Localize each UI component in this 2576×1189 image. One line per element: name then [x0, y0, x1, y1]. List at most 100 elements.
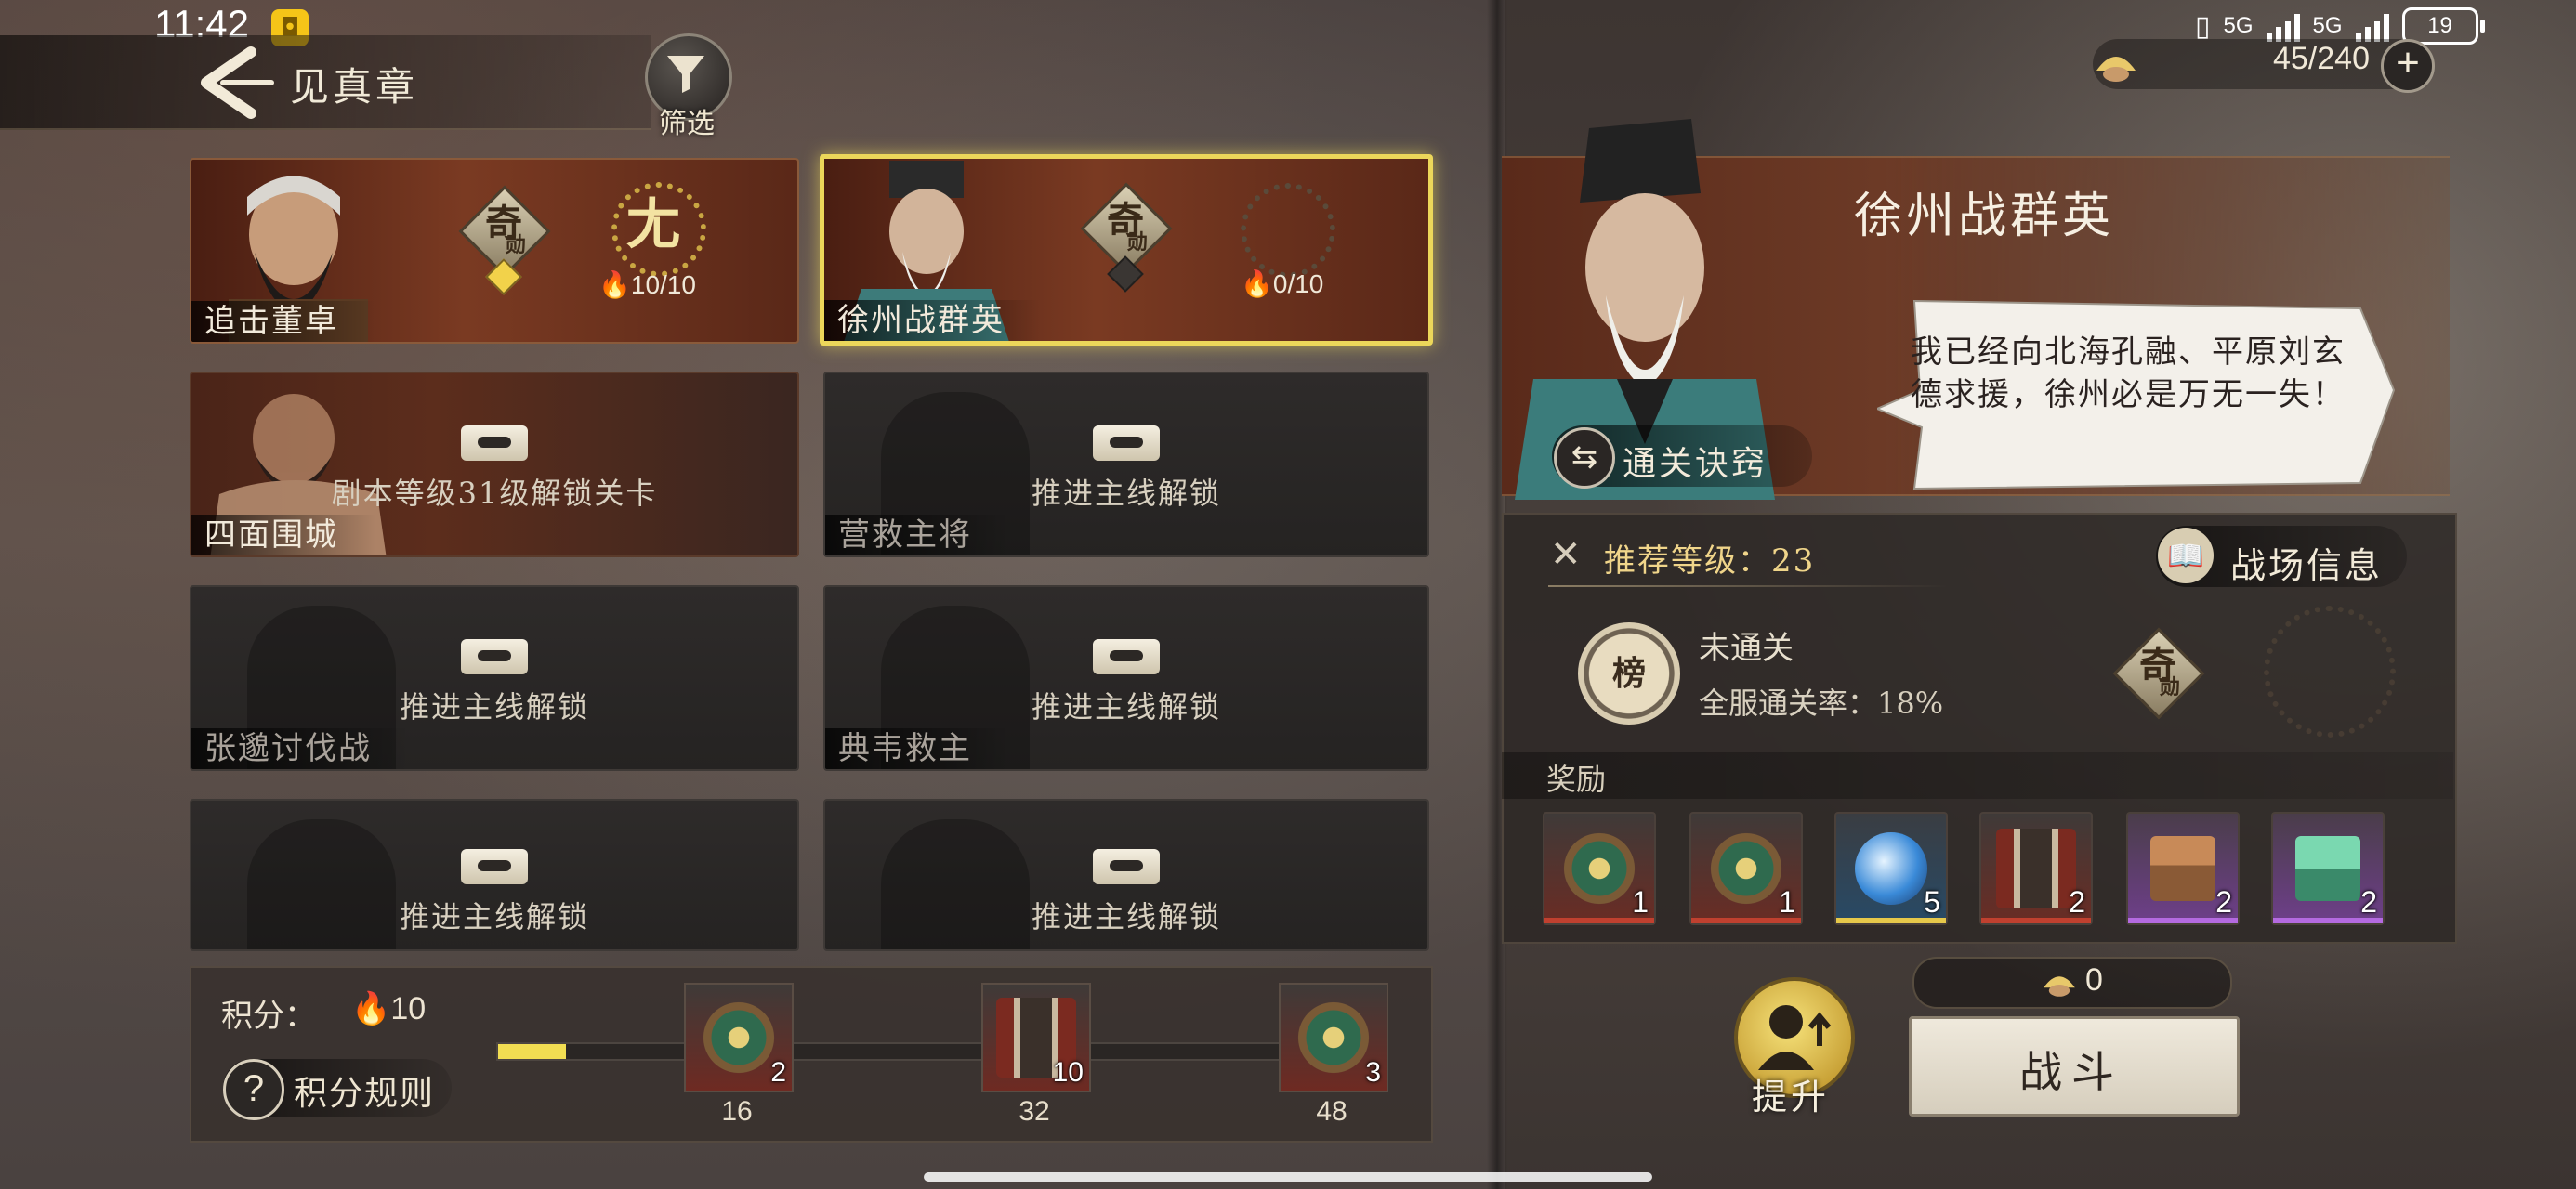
filter-button[interactable]: 筛选 — [641, 33, 732, 140]
qi-medal-badge: 奇 勋 — [2112, 627, 2205, 720]
reward-item-1[interactable]: 1 — [1543, 812, 1656, 925]
lock-area: 推进主线解锁 — [191, 639, 797, 726]
divider — [1548, 585, 1948, 587]
reward-count: 5 — [1924, 885, 1940, 919]
upgrade-label[interactable]: 提升 — [1719, 1068, 1862, 1119]
stage-card-5[interactable]: 推进主线解锁 张邈讨伐战 — [190, 585, 799, 771]
lock-text: 推进主线解锁 — [399, 689, 589, 725]
fight-cost-value: 0 — [2085, 962, 2103, 998]
lock-icon — [1093, 425, 1160, 461]
reward-item-3[interactable]: 5 — [1834, 812, 1948, 925]
qi-char: 奇 — [485, 202, 522, 245]
score-progress-fill — [498, 1044, 566, 1059]
lock-text: 推进主线解锁 — [1031, 476, 1221, 511]
straw-hat-icon — [2096, 57, 2136, 82]
milestone-count: 2 — [770, 1057, 786, 1088]
lock-text: 剧本等级31级解锁关卡 — [331, 476, 658, 511]
stage-card-6[interactable]: 推进主线解锁 典韦救主 — [823, 585, 1429, 771]
general-quote: 我已经向北海孔融、平原刘玄德求援，徐州必是万无一失！ — [1911, 333, 2346, 413]
score-value-text: 10 — [390, 991, 427, 1026]
qi-sub-char: 勋 — [506, 233, 527, 257]
lock-area: 剧本等级31级解锁关卡 — [191, 425, 797, 513]
banner-chest-icon — [1996, 829, 2076, 908]
signal-icon-2 — [2355, 10, 2389, 42]
signal-icon — [2266, 10, 2300, 42]
stage-card-2[interactable]: 奇 勋 🔥0/10 徐州战群英 — [820, 154, 1433, 346]
qi-sub-char: 勋 — [1127, 230, 1149, 255]
clear-status: 未通关 — [1699, 630, 1794, 667]
stage-card-8[interactable]: 推进主线解锁 — [823, 799, 1429, 951]
reward-item-5[interactable]: 2 — [2126, 812, 2240, 925]
blue-orb-icon — [1855, 832, 1927, 905]
leaderboard-char[interactable]: 榜 — [1578, 647, 1680, 695]
lock-icon — [461, 639, 528, 674]
qi-medal-badge: 奇 勋 — [458, 185, 551, 295]
stage-card-7[interactable]: 推进主线解锁 — [190, 799, 799, 951]
rewards-title: 奖励 — [1546, 762, 1607, 797]
rewards-header — [1502, 752, 2453, 799]
reward-count: 2 — [2215, 885, 2232, 919]
stage-progress: 🔥10/10 — [598, 269, 696, 300]
milestone-reward-3[interactable]: 3 — [1279, 983, 1388, 1092]
qi-medal-badge: 奇 勋 — [1080, 182, 1173, 293]
stage-progress: 🔥0/10 — [1241, 268, 1323, 299]
qi-char: 奇 — [1107, 199, 1144, 242]
net2-label: 5G — [2312, 13, 2343, 38]
lock-text: 推进主线解锁 — [1031, 689, 1221, 725]
milestone-reward-1[interactable]: 2 — [684, 983, 794, 1092]
lock-area: 推进主线解锁 — [825, 639, 1427, 726]
qi-sub-char: 勋 — [2160, 675, 2181, 699]
wreath-medal-icon — [1241, 183, 1335, 278]
crossed-swords-icon: ✕ — [1550, 533, 1582, 576]
lock-text: 推进主线解锁 — [1031, 899, 1221, 934]
book-icon[interactable]: 📖 — [2158, 528, 2214, 583]
stage-detail-title: 徐州战群英 — [1853, 189, 2114, 244]
qi-char: 奇 — [2139, 644, 2176, 687]
stage-name: 四面围城 — [191, 515, 375, 555]
stage-progress-value: 10/10 — [630, 270, 696, 299]
vibrate-icon: ▯ — [2195, 10, 2211, 42]
lock-icon — [1093, 639, 1160, 674]
milestone-threshold: 48 — [1316, 1096, 1347, 1127]
score-label: 积分： — [221, 998, 316, 1035]
lock-area: 推进主线解锁 — [191, 849, 797, 936]
stage-name: 徐州战群英 — [824, 300, 1042, 341]
milestone-count: 3 — [1365, 1057, 1381, 1088]
lock-text: 推进主线解锁 — [399, 899, 589, 934]
milestone-reward-2[interactable]: 10 — [981, 983, 1091, 1092]
stage-card-3[interactable]: 剧本等级31级解锁关卡 四面围城 — [190, 372, 799, 557]
page-title: 见真章 — [290, 64, 419, 110]
fight-label[interactable]: 战斗 — [1909, 1039, 2234, 1100]
jade-disc-icon — [699, 998, 779, 1078]
score-rules-label[interactable]: 积分规则 — [294, 1066, 435, 1115]
stage-card-1[interactable]: 奇 勋 尢 🔥10/10 追击董卓 — [190, 158, 799, 344]
filter-label: 筛选 — [659, 108, 715, 140]
reward-count: 2 — [2360, 885, 2377, 919]
reward-item-6[interactable]: 2 — [2271, 812, 2385, 925]
reward-count: 1 — [1632, 885, 1649, 919]
lock-icon — [461, 849, 528, 884]
jade-seal-icon — [2295, 836, 2360, 901]
swap-arrows-icon[interactable]: ⇆ — [1554, 427, 1615, 489]
stage-card-4[interactable]: 推进主线解锁 营救主将 — [823, 372, 1429, 557]
score-progress-track — [496, 1042, 1373, 1061]
reward-item-2[interactable]: 1 — [1689, 812, 1803, 925]
back-button[interactable] — [186, 41, 279, 124]
clear-rate: 全服通关率：18% — [1699, 686, 1944, 721]
straw-hat-icon — [2044, 976, 2075, 997]
help-icon[interactable]: ? — [223, 1059, 284, 1120]
clear-tips-label[interactable]: 通关诀窍 — [1623, 437, 1768, 485]
battlefield-info-label[interactable]: 战场信息 — [2230, 537, 2383, 588]
stamina-value: 45/240 — [2273, 41, 2370, 76]
stage-progress-value: 0/10 — [1272, 269, 1324, 298]
bronze-seal-icon — [2150, 836, 2215, 901]
flame-icon: 🔥 — [598, 269, 631, 300]
reward-item-4[interactable]: 2 — [1979, 812, 2093, 925]
add-stamina-button[interactable]: + — [2381, 39, 2435, 93]
medal-char: 尢 — [625, 192, 680, 255]
net1-label: 5G — [2223, 13, 2254, 38]
recommended-level: 推荐等级：23 — [1604, 542, 1816, 580]
lock-area: 推进主线解锁 — [825, 849, 1427, 936]
lock-icon — [461, 425, 528, 461]
home-indicator[interactable] — [924, 1172, 1652, 1182]
